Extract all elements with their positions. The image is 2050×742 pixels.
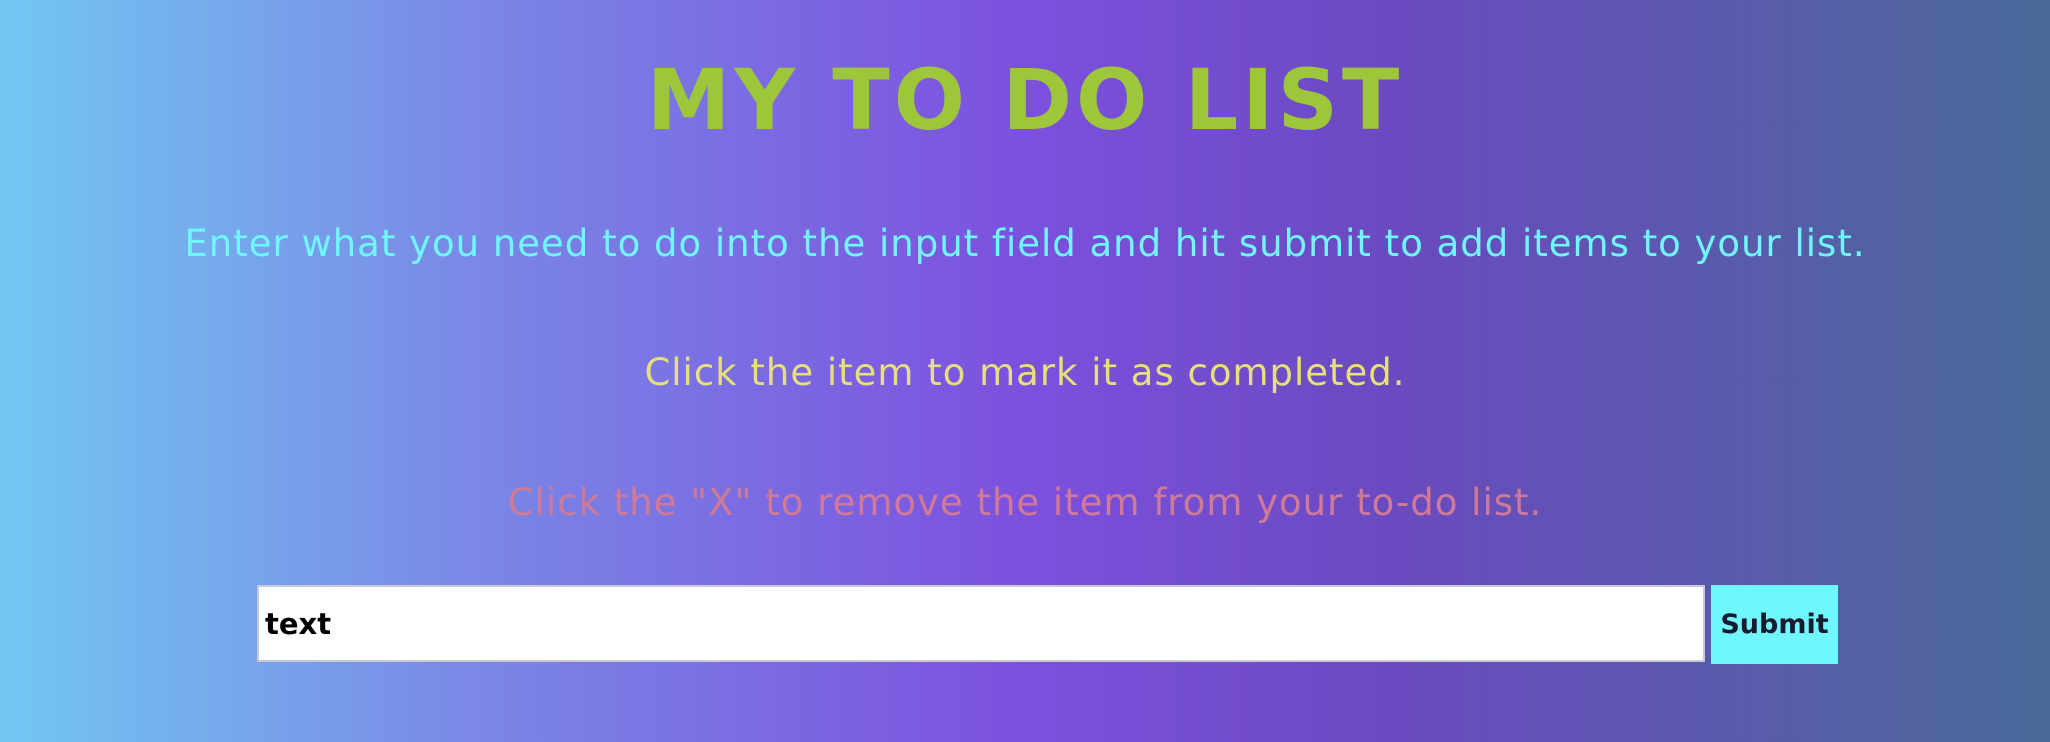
instruction-add-items: Enter what you need to do into the input…	[184, 222, 1866, 265]
todo-input[interactable]	[257, 585, 1705, 662]
instruction-remove-item: Click the "X" to remove the item from yo…	[507, 481, 1543, 524]
instruction-mark-completed: Click the item to mark it as completed.	[644, 351, 1406, 394]
todo-form: Submit	[257, 585, 1838, 664]
submit-button[interactable]: Submit	[1711, 585, 1838, 664]
page-title: MY TO DO LIST	[646, 51, 1404, 149]
